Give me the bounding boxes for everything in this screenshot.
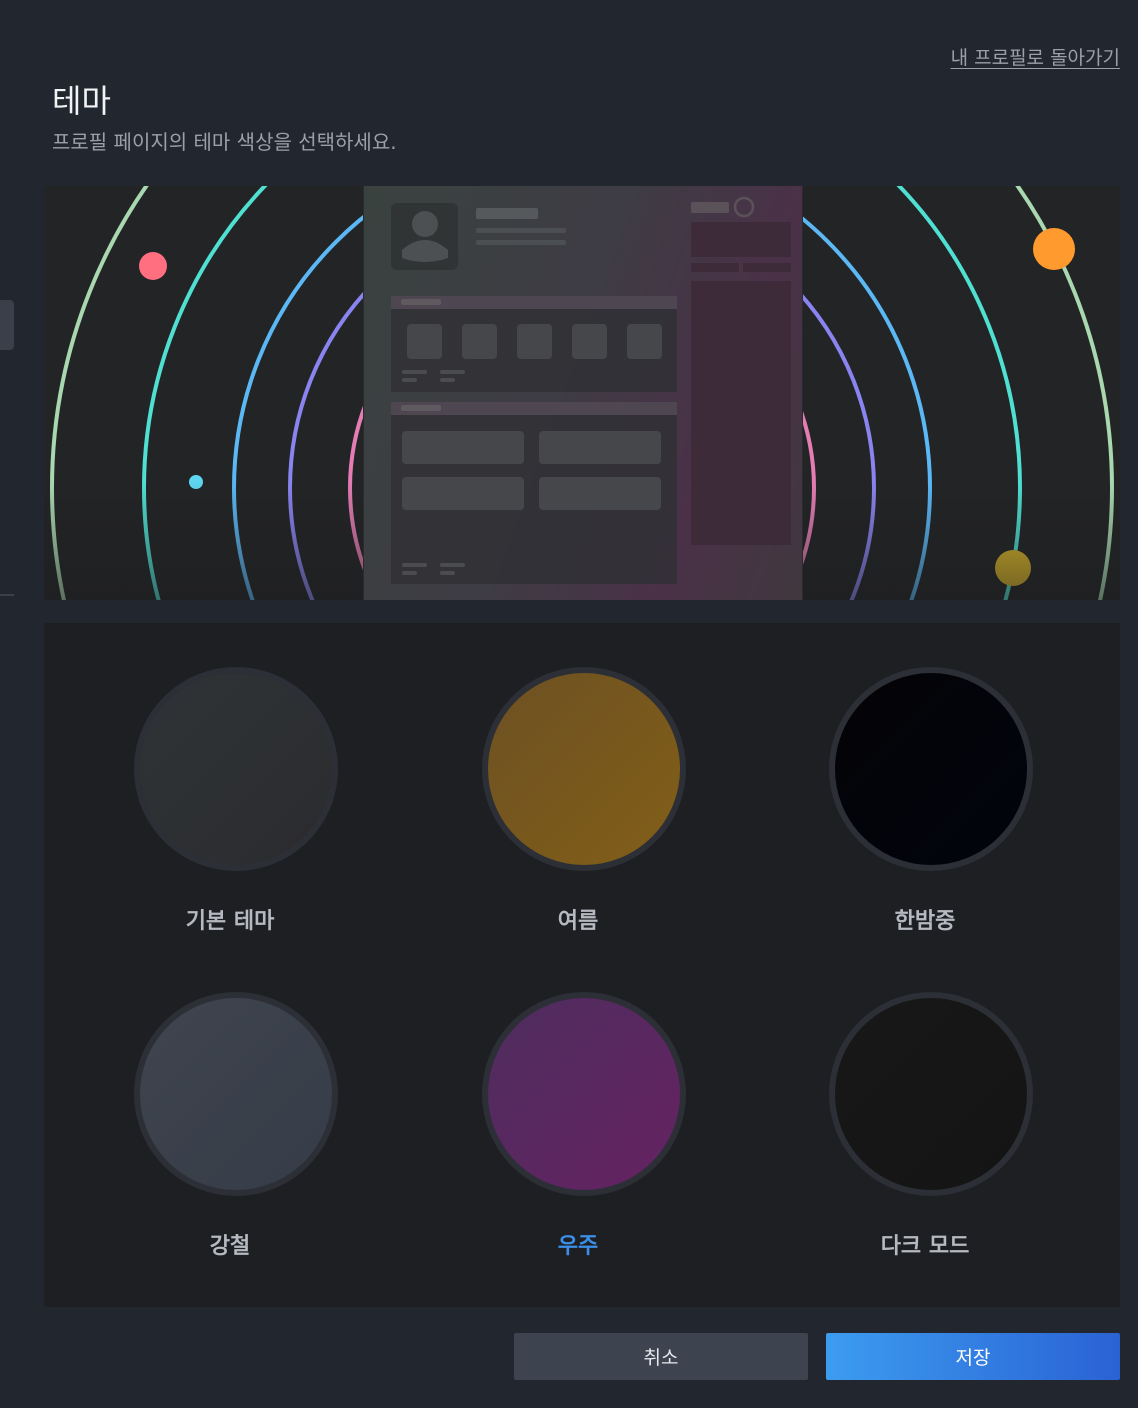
planet-pink	[139, 252, 167, 280]
mock-tiny-line	[402, 378, 417, 382]
side-nav-divider	[0, 594, 14, 596]
page-subtitle: 프로필 페이지의 테마 색상을 선택하세요.	[52, 130, 397, 154]
mock-panel-title	[401, 299, 441, 305]
mock-card	[539, 431, 661, 464]
theme-picker-grid: 기본 테마 여름 한밤중 강철 우주 다크 모드	[44, 623, 1120, 1307]
theme-option-dark-mode[interactable]: 다크 모드	[809, 948, 1049, 1259]
back-to-profile-link[interactable]: 내 프로필로 돌아가기	[951, 43, 1120, 70]
side-nav-tab[interactable]	[0, 300, 14, 350]
profile-mockup-shapes	[391, 196, 791, 584]
mock-badge	[572, 324, 607, 359]
mock-line	[476, 240, 566, 245]
planet-orange	[1033, 228, 1075, 270]
mock-status-bar	[691, 202, 729, 213]
mock-side-tab	[691, 263, 739, 272]
mock-panel-title	[401, 405, 441, 411]
theme-option-cosmos[interactable]: 우주	[462, 948, 702, 1259]
mock-side-tab	[743, 263, 791, 272]
theme-swatch	[829, 667, 1033, 871]
theme-label: 여름	[557, 909, 599, 934]
theme-swatch	[482, 667, 686, 871]
theme-label: 우주	[557, 1234, 599, 1259]
theme-swatch	[134, 992, 338, 1196]
mock-badge	[517, 324, 552, 359]
mock-avatar-head	[412, 211, 438, 237]
mock-tiny-line	[440, 563, 465, 567]
theme-option-midnight[interactable]: 한밤중	[809, 623, 1049, 934]
mock-tiny-line	[440, 571, 455, 575]
theme-option-summer[interactable]: 여름	[462, 623, 702, 934]
mock-badge	[407, 324, 442, 359]
theme-label: 다크 모드	[880, 1234, 970, 1259]
theme-label: 강철	[209, 1234, 251, 1259]
mock-card	[402, 477, 524, 510]
page-title: 테마	[52, 82, 111, 120]
mock-card	[402, 431, 524, 464]
theme-swatch	[829, 992, 1033, 1196]
save-button[interactable]: 저장	[826, 1333, 1120, 1380]
mock-name-bar	[476, 208, 538, 219]
mock-tiny-line	[402, 571, 417, 575]
theme-swatch	[134, 667, 338, 871]
mock-status-dot	[733, 196, 755, 218]
theme-preview	[44, 186, 1120, 600]
theme-label: 한밤중	[894, 909, 956, 934]
mock-line	[476, 228, 566, 233]
mock-badge	[462, 324, 497, 359]
mock-tiny-line	[402, 563, 427, 567]
mock-tiny-line	[440, 370, 465, 374]
mock-side-panel	[691, 281, 791, 545]
mock-badge	[627, 324, 662, 359]
mock-tiny-line	[440, 378, 455, 382]
profile-mockup	[363, 186, 803, 600]
theme-option-steel[interactable]: 강철	[114, 948, 354, 1259]
mock-side-box	[691, 222, 791, 257]
theme-label: 기본 테마	[185, 909, 275, 934]
theme-option-default[interactable]: 기본 테마	[114, 623, 354, 934]
mock-tiny-line	[402, 370, 427, 374]
theme-swatch	[482, 992, 686, 1196]
mock-card	[539, 477, 661, 510]
cancel-button[interactable]: 취소	[514, 1333, 808, 1380]
